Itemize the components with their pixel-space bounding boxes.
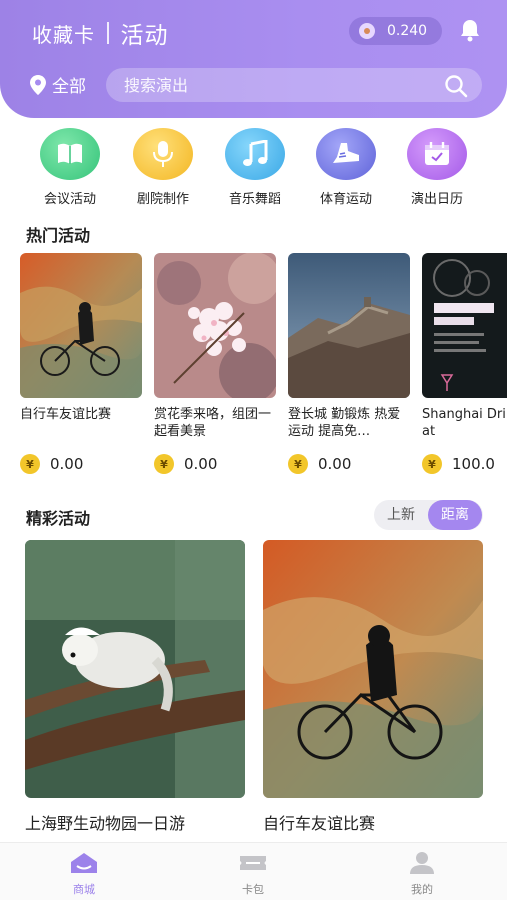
ticket-icon — [240, 856, 266, 870]
hot-card-title: 赏花季来咯，组团一起看美景 — [154, 407, 272, 439]
coin-balance-pill[interactable]: 0.240 — [349, 17, 442, 45]
monkey-image — [25, 540, 245, 798]
category-label: 会议活动 — [43, 192, 96, 207]
hot-card-title: 登长城 勤锻炼 热爱运动 提高免… — [288, 407, 401, 439]
yen-coin-icon: ¥ — [288, 454, 308, 474]
header-bar: 收藏卡 活动 0.240 全部 — [0, 0, 507, 118]
book-icon — [40, 128, 100, 180]
price-value: 0.00 — [318, 455, 352, 473]
calendar-icon — [407, 128, 467, 180]
search-icon[interactable] — [444, 74, 468, 98]
title-divider — [107, 22, 109, 44]
category-label: 音乐舞蹈 — [228, 192, 281, 207]
category-row: 会议活动 剧院制作 音乐舞蹈 体育运动 演出日历 — [0, 128, 507, 208]
price-value: 0.00 — [50, 455, 84, 473]
tab-card-wallet[interactable]: 卡包 — [223, 851, 283, 897]
shanghai-drinks-poster-image — [422, 253, 507, 398]
coin-balance-value: 0.240 — [387, 23, 428, 39]
category-conference[interactable]: 会议活动 — [24, 128, 116, 207]
category-label: 体育运动 — [319, 192, 372, 207]
hot-card[interactable]: 登长城 勤锻炼 热爱运动 提高免… ¥ 0.00 — [288, 253, 410, 474]
user-icon — [410, 852, 434, 874]
price-value: 100.0 — [452, 455, 495, 473]
home-icon — [71, 853, 97, 873]
location-pin-icon — [30, 74, 46, 95]
location-selector[interactable]: 全部 — [30, 72, 86, 97]
brand-title: 收藏卡 活动 — [32, 16, 169, 50]
yen-coin-icon: ¥ — [20, 454, 40, 474]
hot-card-price: ¥ 0.00 — [288, 454, 410, 474]
category-music-dance[interactable]: 音乐舞蹈 — [209, 128, 301, 207]
sneaker-icon — [316, 128, 376, 180]
hot-section-title: 热门活动 — [26, 226, 91, 245]
music-note-icon — [225, 128, 285, 180]
hot-card-price: ¥ 100.0 — [422, 454, 507, 474]
microphone-icon — [133, 128, 193, 180]
featured-section-title: 精彩活动 — [26, 509, 91, 528]
location-label: 全部 — [52, 77, 86, 97]
hot-card-price: ¥ 0.00 — [154, 454, 276, 474]
featured-card-title: 上海野生动物园一日游 — [25, 814, 186, 833]
tab-label: 我的 — [411, 883, 433, 896]
brand-label[interactable]: 收藏卡 — [32, 19, 95, 48]
tab-profile[interactable]: 我的 — [392, 851, 452, 897]
hot-card[interactable]: 自行车友谊比赛 ¥ 0.00 — [20, 253, 142, 474]
sort-option-distance[interactable]: 距离 — [428, 500, 482, 530]
category-calendar[interactable]: 演出日历 — [391, 128, 483, 207]
tab-label: 卡包 — [242, 883, 264, 896]
cycling-poster-image — [20, 253, 142, 398]
price-value: 0.00 — [184, 455, 218, 473]
hot-card-title: 自行车友谊比赛 — [20, 407, 112, 422]
featured-card-title: 自行车友谊比赛 — [263, 814, 376, 833]
hot-card[interactable]: 赏花季来咯，组团一起看美景 ¥ 0.00 — [154, 253, 276, 474]
hot-card-price: ¥ 0.00 — [20, 454, 142, 474]
coin-icon — [359, 23, 375, 39]
cherry-blossom-image — [154, 253, 276, 398]
featured-card[interactable]: 上海野生动物园一日游 — [25, 540, 245, 834]
hot-card[interactable]: Shanghai Drinks at ¥ 100.0 — [422, 253, 507, 474]
sort-toggle: 上新 距离 — [374, 500, 483, 530]
search-bar[interactable] — [106, 68, 482, 102]
sort-option-new[interactable]: 上新 — [374, 500, 428, 530]
search-input[interactable] — [124, 75, 424, 95]
tab-home[interactable]: 商城 — [54, 851, 114, 897]
category-sports[interactable]: 体育运动 — [300, 128, 392, 207]
category-label: 剧院制作 — [136, 192, 189, 207]
bell-icon[interactable] — [457, 17, 483, 43]
hot-card-title: Shanghai Drinks at — [422, 407, 507, 439]
yen-coin-icon: ¥ — [422, 454, 442, 474]
great-wall-image — [288, 253, 410, 398]
yen-coin-icon: ¥ — [154, 454, 174, 474]
hot-activity-carousel[interactable]: 自行车友谊比赛 ¥ 0.00 赏花季来咯，组团一起看美景 ¥ 0.00 登长城 … — [0, 253, 507, 483]
page-title: 活动 — [120, 23, 169, 49]
category-label: 演出日历 — [410, 192, 463, 207]
featured-card[interactable]: 自行车友谊比赛 — [263, 540, 483, 834]
category-theater[interactable]: 剧院制作 — [117, 128, 209, 207]
bottom-tab-bar: 商城 卡包 我的 — [0, 842, 507, 900]
cycling-poster-large-image — [263, 540, 483, 798]
tab-label: 商城 — [73, 883, 95, 896]
